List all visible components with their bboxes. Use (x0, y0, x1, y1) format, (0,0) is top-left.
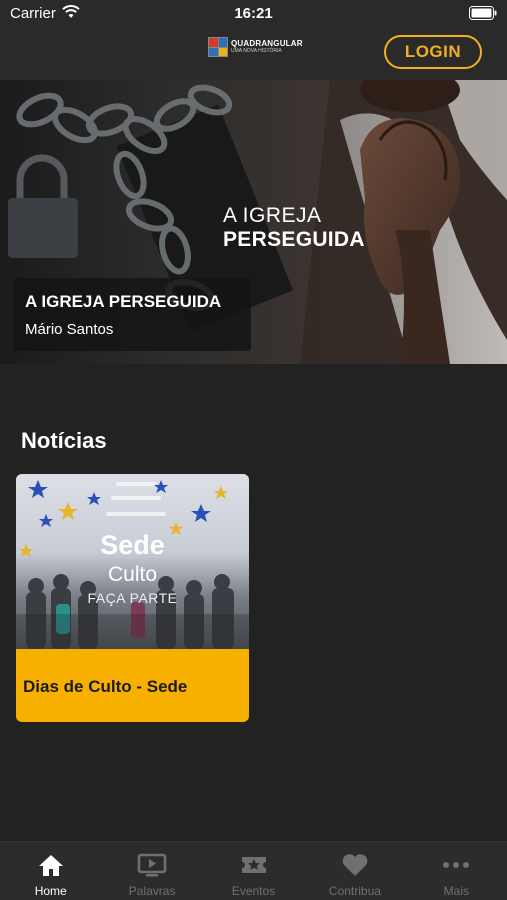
news-card-title: Dias de Culto - Sede (23, 677, 188, 696)
hero-overlay-line2: PERSEGUIDA (223, 228, 365, 251)
tab-home[interactable]: Home (0, 842, 101, 900)
news-image-line3: FAÇA PARTE (87, 590, 178, 606)
news-image-line2: Culto (107, 563, 158, 586)
tab-eventos-label: Eventos (231, 884, 276, 898)
tab-palavras-label: Palavras (128, 884, 176, 898)
clock: 16:21 (234, 5, 273, 22)
tab-eventos[interactable]: Eventos (203, 842, 304, 900)
tab-contribua-label: Contribua (328, 884, 381, 898)
news-card-image-text: Sede Culto FAÇA PARTE (16, 530, 249, 606)
hero-caption-author: Mário Santos (25, 321, 114, 338)
tab-bar: Home Palavras Eventos Contribua Mais (0, 841, 507, 900)
battery-icon (469, 6, 497, 24)
logo-subtitle: UMA NOVA HISTÓRIA (231, 48, 282, 54)
hero-caption[interactable]: A IGREJA PERSEGUIDA Mário Santos (13, 278, 251, 351)
hero-overlay-line1: A IGREJA (223, 204, 322, 227)
news-card-image: Sede Culto FAÇA PARTE (16, 474, 249, 649)
heart-icon (341, 852, 369, 878)
hero-banner[interactable]: A IGREJA PERSEGUIDA A IGREJA PERSEGUIDA … (0, 80, 507, 364)
login-button[interactable]: LOGIN (384, 35, 482, 69)
more-dots-icon (442, 852, 470, 878)
tab-palavras[interactable]: Palavras (101, 842, 202, 900)
tab-contribua[interactable]: Contribua (304, 842, 405, 900)
tab-mais-label: Mais (443, 884, 469, 898)
app-header: QUADRANGULAR UMA NOVA HISTÓRIA LOGIN (0, 28, 507, 80)
home-icon (38, 852, 64, 878)
logo-mark-icon (208, 37, 228, 57)
news-image-line1: Sede (100, 530, 165, 560)
hero-caption-title: A IGREJA PERSEGUIDA (25, 292, 222, 311)
ticket-star-icon (240, 852, 268, 878)
status-bar: Carrier 16:21 (0, 0, 507, 28)
logo-title: QUADRANGULAR (231, 39, 303, 48)
news-section-title: Notícias (21, 428, 107, 453)
tab-home-label: Home (34, 884, 67, 898)
tab-mais[interactable]: Mais (406, 842, 507, 900)
play-screen-icon (137, 852, 167, 878)
hero-overlay-text: A IGREJA PERSEGUIDA (223, 205, 365, 250)
news-card[interactable]: Sede Culto FAÇA PARTE Dias de Culto - Se… (16, 474, 249, 722)
church-logo[interactable]: QUADRANGULAR UMA NOVA HISTÓRIA (208, 37, 303, 57)
